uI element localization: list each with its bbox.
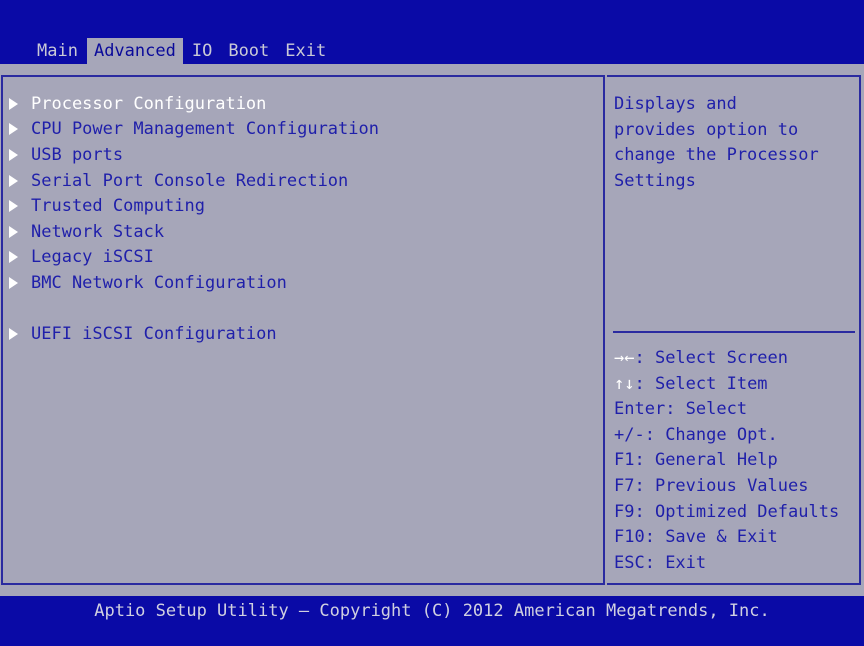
submenu-arrow-icon (9, 97, 18, 110)
menu-item-trusted-computing[interactable]: Trusted Computing (7, 193, 379, 219)
key-label: ↑↓ (614, 373, 635, 394)
submenu-arrow-icon (9, 200, 18, 213)
key-label: +/- (614, 424, 645, 445)
key-action: : Optimized Defaults (634, 501, 840, 522)
submenu-arrow-icon (9, 276, 18, 289)
key-label: F1 (614, 450, 635, 471)
tab-advanced[interactable]: Advanced (86, 38, 183, 64)
key-hint-select-item: ↑↓: Select Item (614, 372, 839, 398)
menu-item-network-stack[interactable]: Network Stack (7, 219, 379, 245)
tab-exit[interactable]: Exit (278, 38, 333, 64)
menu-item-serial-port-console-redirection[interactable]: Serial Port Console Redirection (7, 168, 379, 194)
help-line: Settings (614, 170, 696, 191)
key-hint-exit: ESC: Exit (614, 551, 839, 577)
submenu-arrow-icon (9, 251, 18, 264)
menu-item-uefi-iscsi-configuration[interactable]: UEFI iSCSI Configuration (7, 321, 379, 347)
menu-item-bmc-network-configuration[interactable]: BMC Network Configuration (7, 270, 379, 296)
main-panel: Processor Configuration CPU Power Manage… (0, 64, 864, 596)
key-action: : Previous Values (634, 475, 809, 496)
key-label: F10 (614, 527, 645, 548)
tab-main[interactable]: Main (30, 38, 85, 64)
key-label: F9 (614, 501, 635, 522)
help-text: Displays and provides option to change t… (614, 92, 819, 194)
menu-item-label: Serial Port Console Redirection (31, 170, 349, 191)
key-hint-enter: Enter: Select (614, 397, 839, 423)
menu-item-legacy-iscsi[interactable]: Legacy iSCSI (7, 245, 379, 271)
key-action: : Select Screen (634, 348, 789, 368)
key-hint-general-help: F1: General Help (614, 448, 839, 474)
menu-item-label: BMC Network Configuration (31, 272, 287, 293)
help-box: Displays and provides option to change t… (607, 75, 861, 585)
tab-bar: Main Advanced IO Boot Exit (30, 38, 335, 64)
key-label: F7 (614, 475, 635, 496)
key-hint-previous-values: F7: Previous Values (614, 474, 839, 500)
key-action: : Select Item (634, 373, 768, 394)
menu-item-label: Processor Configuration (31, 93, 267, 114)
menu-box: Processor Configuration CPU Power Manage… (1, 75, 605, 585)
submenu-arrow-icon (9, 174, 18, 187)
key-action: : Save & Exit (644, 527, 778, 548)
help-divider (613, 331, 855, 333)
submenu-arrow-icon (9, 328, 18, 341)
help-line: Displays and (614, 94, 737, 114)
key-action: : General Help (634, 450, 778, 471)
key-action: : Change Opt. (644, 424, 778, 445)
submenu-arrow-icon (9, 148, 18, 161)
key-action: : Select (665, 399, 748, 420)
menu-item-label: Trusted Computing (31, 196, 205, 217)
key-hint-select-screen: →←: Select Screen (614, 346, 839, 372)
tab-boot[interactable]: Boot (221, 38, 276, 64)
copyright-footer: Aptio Setup Utility – Copyright (C) 2012… (94, 601, 770, 621)
key-hint-save-exit: F10: Save & Exit (614, 525, 839, 551)
help-line: change the Processor (614, 145, 819, 166)
menu-item-cpu-power-management[interactable]: CPU Power Management Configuration (7, 117, 379, 143)
key-hint-change-opt: +/-: Change Opt. (614, 423, 839, 449)
tab-io[interactable]: IO (185, 38, 219, 64)
menu-item-label: USB ports (31, 144, 124, 165)
menu-item-processor-configuration[interactable]: Processor Configuration (7, 91, 379, 117)
help-line: provides option to (614, 119, 799, 140)
key-hint-optimized-defaults: F9: Optimized Defaults (614, 500, 839, 526)
menu-list: Processor Configuration CPU Power Manage… (7, 91, 379, 347)
key-label: →← (614, 348, 635, 368)
menu-item-label: UEFI iSCSI Configuration (31, 324, 277, 345)
menu-item-label: CPU Power Management Configuration (31, 119, 379, 140)
key-legend: →←: Select Screen ↑↓: Select Item Enter:… (614, 346, 839, 576)
top-bar: Main Advanced IO Boot Exit (0, 0, 864, 64)
menu-item-usb-ports[interactable]: USB ports (7, 142, 379, 168)
key-action: : Exit (644, 552, 707, 573)
menu-item-label: Legacy iSCSI (31, 247, 154, 268)
key-label: ESC (614, 552, 645, 573)
bottom-bar: Aptio Setup Utility – Copyright (C) 2012… (0, 596, 864, 646)
submenu-arrow-icon (9, 225, 18, 238)
submenu-arrow-icon (9, 123, 18, 136)
menu-item-label: Network Stack (31, 221, 165, 242)
key-label: Enter (614, 399, 666, 420)
